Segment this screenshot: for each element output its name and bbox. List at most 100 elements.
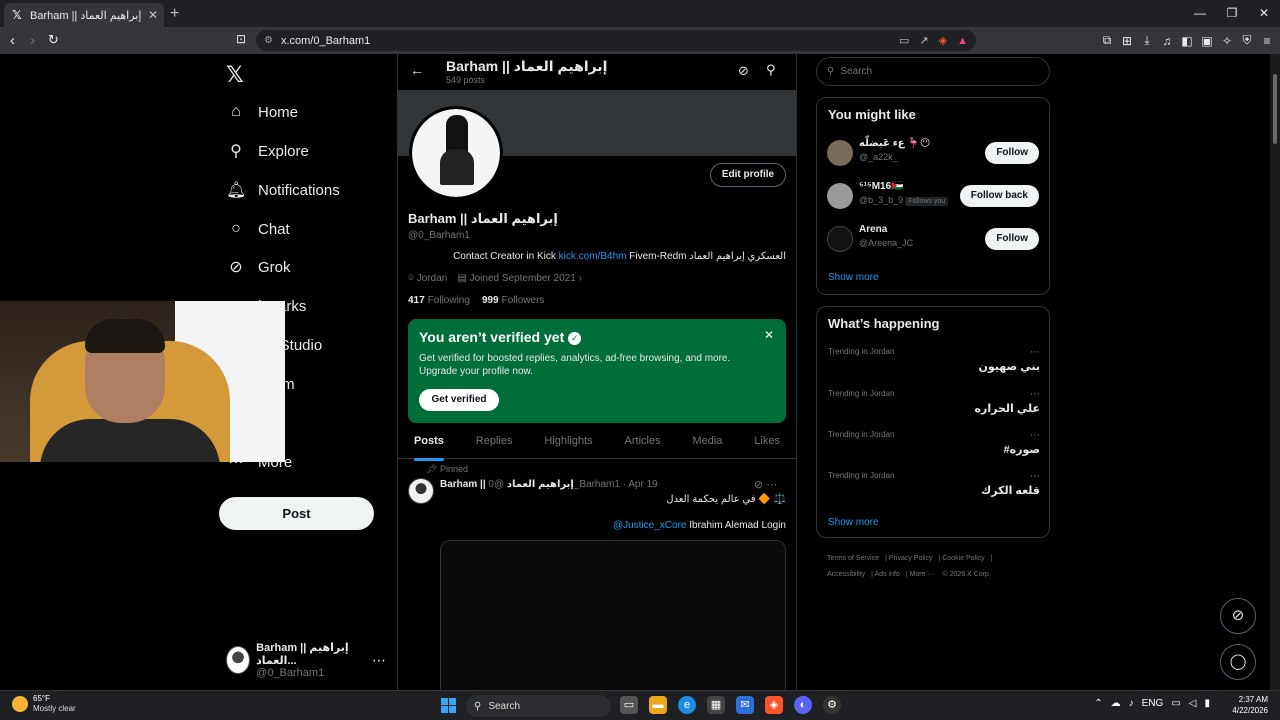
tab-highlights[interactable]: Highlights [544, 427, 592, 458]
menu-icon[interactable]: ≡ [1260, 34, 1274, 48]
task-view-icon[interactable]: ▭ [620, 696, 638, 714]
site-info-icon[interactable]: ⚙ [264, 35, 273, 46]
language-indicator[interactable]: ENG [1142, 698, 1164, 709]
following-link[interactable]: 417 Following [408, 295, 470, 306]
clock[interactable]: 2:37 AM 4/22/2026 [1232, 694, 1268, 716]
show-more-link[interactable]: Show more [828, 272, 879, 283]
more-icon[interactable]: ⋯ [1030, 389, 1040, 400]
brave-icon[interactable]: ◈ [765, 696, 783, 714]
chat-fab-icon[interactable]: ◯ [1220, 644, 1256, 680]
search-icon[interactable]: ⚲ [766, 62, 776, 78]
back-arrow-icon[interactable]: ← [410, 62, 424, 78]
cast-icon[interactable]: ▭ [899, 34, 909, 47]
tab-likes[interactable]: Likes [754, 427, 780, 458]
tweet-media[interactable] [440, 540, 786, 690]
follow-button[interactable]: Follow [985, 142, 1039, 164]
vpn-icon[interactable]: ⛨ [1240, 33, 1254, 48]
post-button[interactable]: Post [219, 497, 374, 530]
grok-icon[interactable]: ⊘ [738, 63, 749, 79]
page-scrollbar[interactable] [1270, 54, 1280, 690]
trend-item[interactable]: Trending in Jordan ⋯ #صوره [828, 430, 1040, 470]
more-icon[interactable]: ⋯ [1030, 430, 1040, 441]
wallet-icon[interactable]: ▣ [1200, 34, 1214, 48]
network-icon[interactable]: ▭ [1171, 698, 1180, 709]
close-tab-icon[interactable]: ✕ [148, 8, 158, 22]
translate-icon[interactable]: ⊞ [1120, 34, 1134, 48]
tab-articles[interactable]: Articles [625, 427, 661, 458]
x-logo-icon[interactable]: 𝕏 [226, 62, 244, 88]
tab-replies[interactable]: Replies [476, 427, 513, 458]
chevron-right-icon[interactable]: › [579, 273, 582, 284]
close-window-icon[interactable]: ✕ [1248, 0, 1280, 27]
file-explorer-icon[interactable]: ▬ [649, 696, 667, 714]
tweet-avatar[interactable] [408, 478, 434, 504]
settings-icon[interactable]: ⚙ [823, 696, 841, 714]
browser-tab[interactable]: 𝕏 Barham || إبراهيم العماد (@0_Barham1) … [4, 3, 164, 27]
restore-icon[interactable]: ❐ [1216, 0, 1248, 27]
suggestion-item[interactable]: عء عَبضلّه 🦩😶 @_a22k_ Follow [827, 138, 1039, 172]
nav-notifications[interactable]: 🔔︎ Notifications [226, 176, 340, 204]
follow-button[interactable]: Follow [985, 228, 1039, 250]
footer-link[interactable]: Terms of Service [827, 555, 879, 562]
back-icon[interactable]: ‹ [10, 32, 15, 49]
bio-link[interactable]: kick.com/B4hm [559, 251, 627, 262]
tab-posts[interactable]: Posts [413, 427, 444, 461]
address-bar[interactable]: ⚙ x.com/0_Barham1 ▭ ↗ ◈ ▲ [256, 30, 976, 51]
followers-link[interactable]: 999 Followers [482, 295, 544, 306]
trend-item[interactable]: Trending in Jordan ⋯ علي الحراره [828, 389, 1040, 429]
footer-link[interactable]: Ads info [875, 571, 900, 578]
footer-link[interactable]: Accessibility [827, 571, 865, 578]
bookmark-page-icon[interactable]: ⊡ [236, 32, 246, 46]
follow-back-button[interactable]: Follow back [959, 185, 1039, 207]
share-icon[interactable]: ↗ [919, 34, 928, 47]
suggestion-item[interactable]: Arena @Areena_JC Follow [827, 224, 1039, 258]
weather-widget[interactable]: 65°F Mostly clear [12, 694, 76, 714]
tweet-mention[interactable]: @Justice_xCore [613, 520, 687, 531]
profile-avatar[interactable] [409, 106, 503, 200]
scrollbar-thumb[interactable] [1273, 74, 1277, 144]
new-tab-icon[interactable]: + [170, 5, 179, 23]
nav-explore[interactable]: ⚲ Explore [226, 137, 309, 165]
volume-icon[interactable]: ◁ [1189, 698, 1197, 709]
trend-item[interactable]: Trending in Jordan ⋯ قلعه الكرك [828, 471, 1040, 511]
more-icon[interactable]: ⋯ [1030, 471, 1040, 482]
get-verified-button[interactable]: Get verified [419, 389, 499, 411]
onedrive-icon[interactable]: ☁ [1111, 698, 1121, 709]
forward-icon[interactable]: › [30, 32, 35, 49]
reload-icon[interactable]: ↻ [48, 32, 59, 48]
more-icon[interactable]: ⋯ [766, 479, 777, 491]
tab-media[interactable]: Media [692, 427, 722, 458]
sidebar-icon[interactable]: ◧ [1180, 34, 1194, 48]
taskbar-search[interactable]: ⚲ Search [466, 695, 611, 717]
edit-profile-button[interactable]: Edit profile [710, 163, 786, 187]
account-more-icon[interactable]: ⋯ [372, 652, 386, 669]
battery-icon[interactable]: ▮ [1204, 698, 1210, 709]
edge-icon[interactable]: e [678, 696, 696, 714]
footer-link[interactable]: Privacy Policy [889, 555, 933, 562]
discord-icon[interactable]: ◐ [794, 696, 812, 714]
suggestion-item[interactable]: ⁵¹⁵M16🇯🇴 @b_3_b_9 Follows you Follow back [827, 181, 1039, 215]
brave-shield-icon[interactable]: ◈ [939, 34, 947, 47]
brave-rewards-icon[interactable]: ▲ [957, 35, 968, 47]
nav-chat[interactable]: ○ Chat [226, 215, 290, 243]
media-icon[interactable]: ♫ [1160, 34, 1174, 48]
windows-start-icon[interactable] [441, 698, 456, 713]
nav-home[interactable]: ⌂ Home [226, 98, 298, 126]
chevron-up-icon[interactable]: ⌃ [1094, 698, 1102, 709]
tweet-author[interactable]: Barham || إبراهيم العماد [440, 479, 574, 490]
account-switcher[interactable]: Barham || إبراهيم العماد... @0_Barham1 ⋯ [226, 642, 386, 679]
leo-icon[interactable]: ✧ [1220, 34, 1234, 48]
footer-link[interactable]: Cookie Policy [942, 555, 984, 562]
close-icon[interactable]: ✕ [764, 328, 774, 342]
download-icon[interactable]: ⤓ [1140, 33, 1154, 48]
search-input[interactable]: ⚲ Search [816, 57, 1050, 86]
store-icon[interactable]: ▦ [707, 696, 725, 714]
microphone-icon[interactable]: ♪ [1129, 698, 1134, 709]
trend-item[interactable]: Trending in Jordan ⋯ بني صهيون [828, 347, 1040, 387]
minimize-icon[interactable]: — [1184, 0, 1216, 27]
footer-link[interactable]: More ··· [910, 571, 935, 578]
nav-grok[interactable]: ⊘ Grok [226, 253, 290, 281]
mail-icon[interactable]: ✉ [736, 696, 754, 714]
extensions-icon[interactable]: ⧉ [1100, 33, 1114, 48]
grok-fab-icon[interactable]: ⊘ [1220, 598, 1256, 634]
